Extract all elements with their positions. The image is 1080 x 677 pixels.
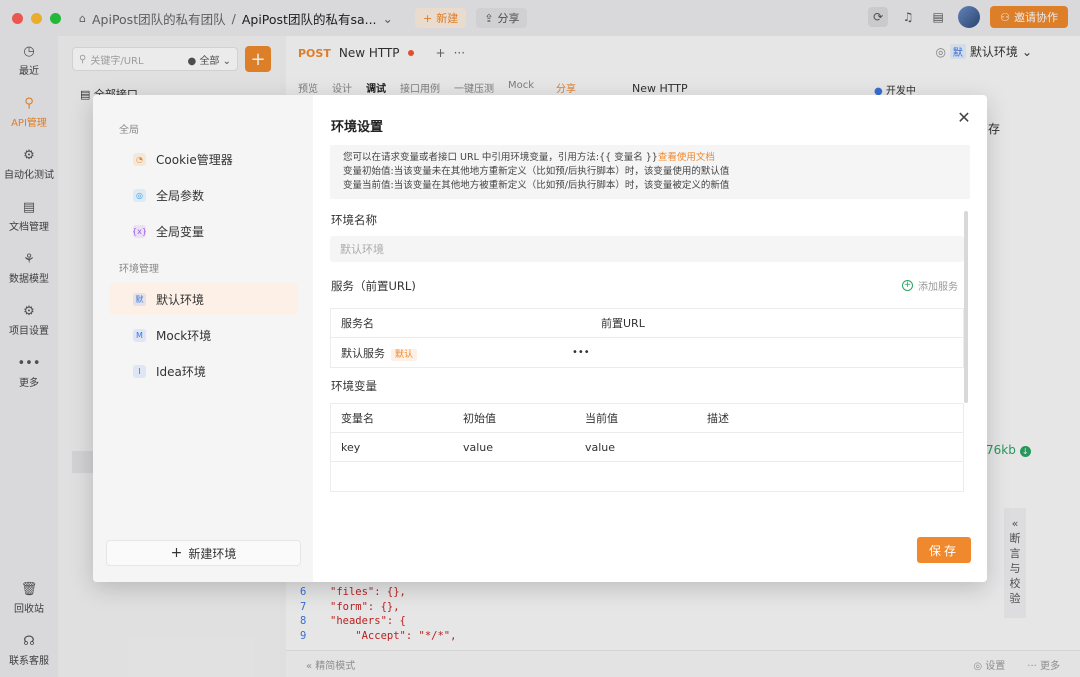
env-item-label: Idea环境 [156, 364, 206, 379]
tips-box: 您可以在请求变量或者接口 URL 中引用环境变量，引用方法:{{ 变量名 }}查… [330, 145, 970, 199]
var-header-desc: 描述 [707, 412, 729, 425]
env-item-icon: I [133, 364, 146, 378]
variable-row[interactable]: key value value [331, 433, 963, 462]
env-item-1[interactable]: M Mock环境 [109, 319, 298, 351]
modal-title: 环境设置 [331, 120, 384, 135]
global-item-2[interactable]: {x} 全局变量 [109, 215, 298, 247]
variable-empty-row[interactable] [331, 462, 963, 491]
env-section-title: 环境管理 [119, 264, 159, 275]
env-item-icon: 默 [133, 292, 146, 306]
variables-label: 环境变量 [331, 379, 377, 393]
global-item-label: 全局参数 [156, 188, 205, 203]
global-item-1[interactable]: ◎ 全局参数 [109, 179, 298, 211]
var-name-cell[interactable]: key [341, 441, 360, 454]
global-item-label: 全局变量 [156, 224, 205, 239]
var-current-cell[interactable]: value [585, 441, 615, 454]
default-badge: 默认 [391, 348, 418, 361]
tips-line-2: 变量初始值:当该变量未在其他地方重新定义（比如预/后执行脚本）时，该变量使用的默… [343, 166, 730, 177]
variables-table-header: 变量名 初始值 当前值 描述 [331, 404, 963, 433]
var-header-initial: 初始值 [463, 412, 496, 425]
tips-line-3: 变量当前值:当该变量在其他地方被重新定义（比如预/后执行脚本）时，该变量被定义的… [343, 180, 730, 191]
var-initial-cell[interactable]: value [463, 441, 493, 454]
cookie-icon: ◔ [133, 152, 146, 166]
env-name-label: 环境名称 [331, 213, 377, 227]
service-label: 服务（前置URL) [331, 279, 416, 293]
add-service-label: 添加服务 [918, 282, 958, 293]
new-env-button[interactable]: + 新建环境 [106, 540, 301, 566]
params-icon: ◎ [133, 188, 146, 202]
save-button[interactable]: 保存 [917, 537, 971, 563]
new-env-label: 新建环境 [188, 546, 237, 561]
env-item-2[interactable]: I Idea环境 [109, 355, 298, 387]
service-table-header: 服务名 前置URL [331, 309, 963, 338]
service-name: 默认服务 [341, 346, 385, 360]
variable-icon: {x} [132, 224, 147, 238]
modal-content: 环境设置 ✕ 您可以在请求变量或者接口 URL 中引用环境变量，引用方法:{{ … [313, 95, 987, 582]
env-item-0[interactable]: 默默认环境 [109, 283, 298, 315]
add-circle-icon: + [902, 280, 913, 291]
service-header-url: 前置URL [601, 317, 645, 330]
service-row[interactable]: 默认服务 默认 ••• [331, 338, 963, 367]
add-service-button[interactable]: + 添加服务 [902, 278, 958, 293]
docs-link[interactable]: 查看使用文档 [658, 152, 715, 163]
global-item-label: Cookie管理器 [156, 152, 233, 167]
env-name-input[interactable]: 默认环境 [330, 236, 964, 262]
env-settings-modal: 全局 ◔ Cookie管理器 ◎ 全局参数 {x} 全局变量 环境管理 默默认环境 M Moc… [93, 95, 987, 582]
env-name-placeholder: 默认环境 [340, 243, 384, 256]
service-table: 服务名 前置URL 默认服务 默认 ••• [330, 308, 964, 368]
service-header-name: 服务名 [341, 317, 374, 330]
close-icon[interactable]: ✕ [955, 109, 973, 127]
scrollbar[interactable] [964, 211, 968, 403]
plus-icon: + [170, 545, 183, 561]
global-item-0[interactable]: ◔ Cookie管理器 [109, 143, 298, 175]
env-item-label: Mock环境 [156, 328, 212, 343]
env-item-icon: M [133, 328, 146, 342]
global-section-title: 全局 [119, 125, 139, 136]
more-icon[interactable]: ••• [572, 347, 590, 358]
var-header-current: 当前值 [585, 412, 618, 425]
modal-sidebar: 全局 ◔ Cookie管理器 ◎ 全局参数 {x} 全局变量 环境管理 默默认环境 M Moc… [93, 95, 313, 582]
env-item-label: 默认环境 [156, 292, 205, 307]
var-header-name: 变量名 [341, 412, 374, 425]
tips-line-1: 您可以在请求变量或者接口 URL 中引用环境变量，引用方法:{{ 变量名 }} [343, 152, 658, 163]
variables-table: 变量名 初始值 当前值 描述 key value value [330, 403, 964, 492]
